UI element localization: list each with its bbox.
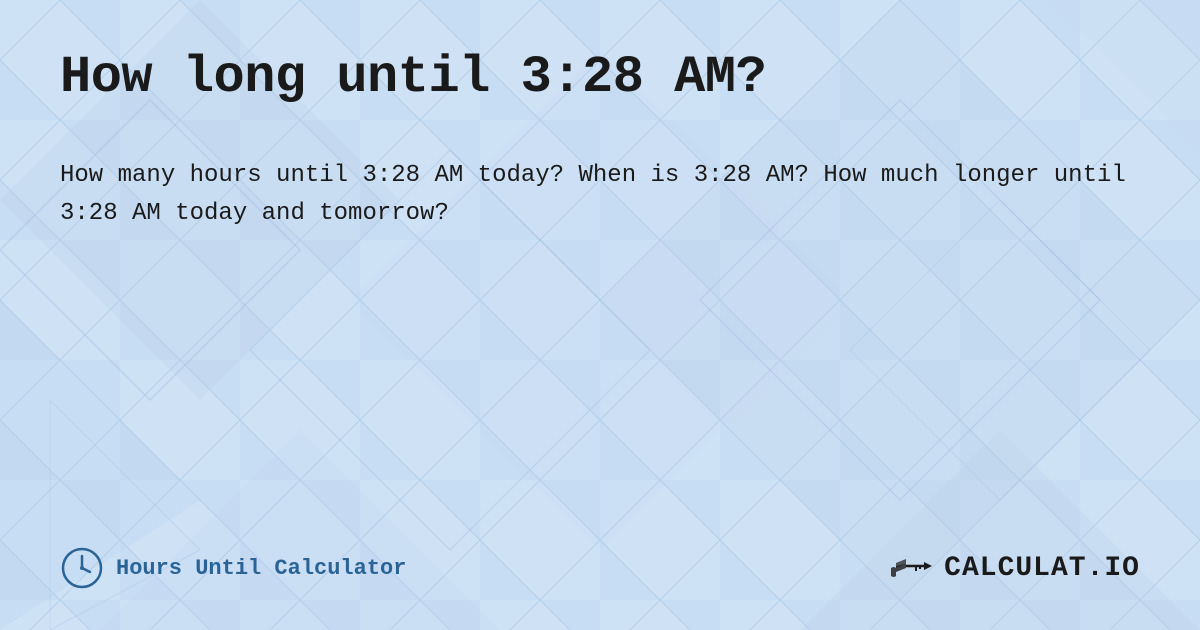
brand-text: Hours Until Calculator: [116, 556, 406, 581]
page-title: How long until 3:28 AM?: [60, 48, 1140, 107]
footer: Hours Until Calculator CALCULAT.IO: [60, 526, 1140, 590]
clock-icon: [60, 546, 104, 590]
logo-text: CALCULAT.IO: [944, 553, 1140, 584]
description-text: How many hours until 3:28 AM today? When…: [60, 157, 1140, 234]
brand-left: Hours Until Calculator: [60, 546, 406, 590]
logo-right: CALCULAT.IO: [886, 548, 1140, 588]
logo-icon: [886, 548, 936, 588]
